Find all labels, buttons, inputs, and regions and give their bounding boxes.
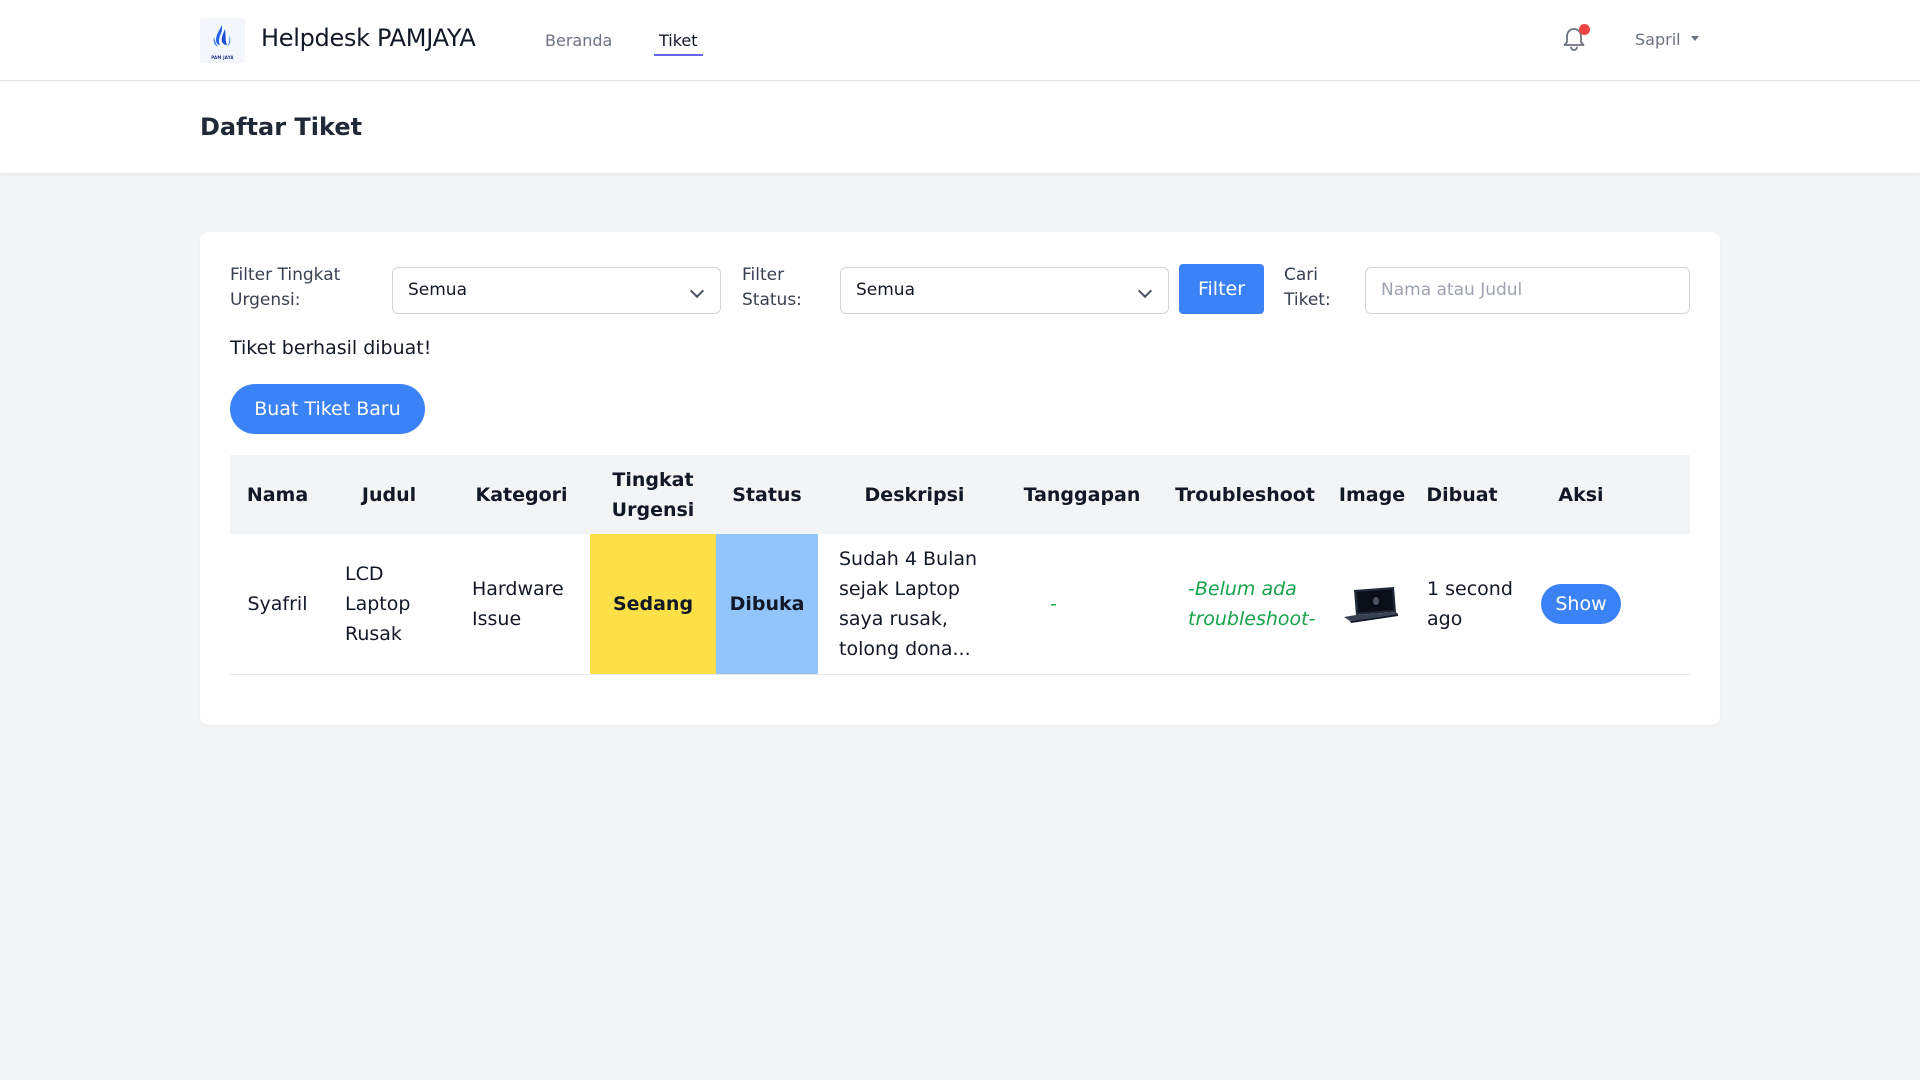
app-brand[interactable]: Helpdesk PAMJAYA [261, 24, 476, 52]
status-filter-value: Semua [856, 280, 916, 300]
show-ticket-button[interactable]: Show [1541, 584, 1621, 624]
ticket-card: Filter Tingkat Urgensi: Semua Filter Sta… [200, 232, 1720, 725]
table-row: Syafril LCD Laptop Rusak Hardware Issue … [230, 534, 1690, 675]
cell-tanggapan: - [1050, 593, 1057, 615]
cell-nama: Syafril [247, 593, 308, 615]
cell-judul: LCD Laptop Rusak [345, 563, 411, 645]
notification-dot [1579, 24, 1590, 35]
cell-aksi: Show [1517, 534, 1645, 674]
chevron-down-icon [1137, 283, 1153, 299]
pamjaya-logo[interactable]: PAM JAYA [200, 18, 245, 63]
cell-troubleshoot: -Belum ada troubleshoot- [1188, 578, 1316, 630]
urgency-filter-select[interactable]: Semua [392, 267, 721, 314]
create-ticket-button[interactable]: Buat Tiket Baru [230, 384, 425, 434]
nav-link-beranda[interactable]: Beranda [545, 31, 612, 50]
column-header: Status [732, 483, 802, 506]
cell-image[interactable] [1337, 534, 1407, 674]
status-filter-label: Filter Status: [742, 265, 802, 310]
page-header: Daftar Tiket [0, 81, 1920, 173]
caret-down-icon[interactable] [1691, 36, 1699, 41]
column-header: Nama [246, 483, 309, 506]
chevron-down-icon [689, 283, 705, 299]
laptop-thumbnail-icon[interactable] [1342, 584, 1402, 624]
column-header: Judul [361, 483, 417, 506]
water-drop-logo-icon [213, 25, 231, 47]
column-header: Image [1338, 483, 1406, 506]
cell-kategori: Hardware Issue [472, 578, 564, 630]
search-label: Cari Tiket: [1284, 265, 1331, 310]
urgency-badge: Sedang [590, 534, 716, 674]
column-header: Kategori [475, 483, 568, 506]
column-header: Tanggapan [1023, 483, 1141, 506]
column-header: Troubleshoot [1175, 483, 1315, 506]
table-header: Nama Judul Kategori Tingkat Urgensi Stat… [230, 455, 1690, 534]
column-header: Dibuat [1426, 483, 1498, 506]
logo-caption: PAM JAYA [211, 55, 234, 60]
cell-dibuat: 1 second ago [1427, 578, 1513, 630]
search-input[interactable]: Nama atau Judul [1365, 267, 1690, 314]
status-filter-select[interactable]: Semua [840, 267, 1169, 314]
filter-button[interactable]: Filter [1179, 264, 1264, 314]
urgency-filter-label: Filter Tingkat Urgensi: [230, 265, 341, 310]
column-header: Aksi [1558, 483, 1604, 506]
nav-link-tiket[interactable]: Tiket [654, 31, 703, 56]
page-title: Daftar Tiket [200, 113, 363, 141]
column-header: Deskripsi [864, 483, 965, 506]
cell-deskripsi: Sudah 4 Bulan sejak Laptop saya rusak, t… [839, 548, 978, 660]
user-menu[interactable]: Sapril [1635, 30, 1681, 49]
success-message: Tiket berhasil dibuat! [230, 337, 432, 359]
top-navbar: PAM JAYA Helpdesk PAMJAYA Beranda Tiket … [0, 0, 1920, 81]
status-badge: Dibuka [716, 534, 818, 674]
urgency-filter-value: Semua [408, 280, 468, 300]
column-header: Tingkat Urgensi [611, 468, 695, 521]
